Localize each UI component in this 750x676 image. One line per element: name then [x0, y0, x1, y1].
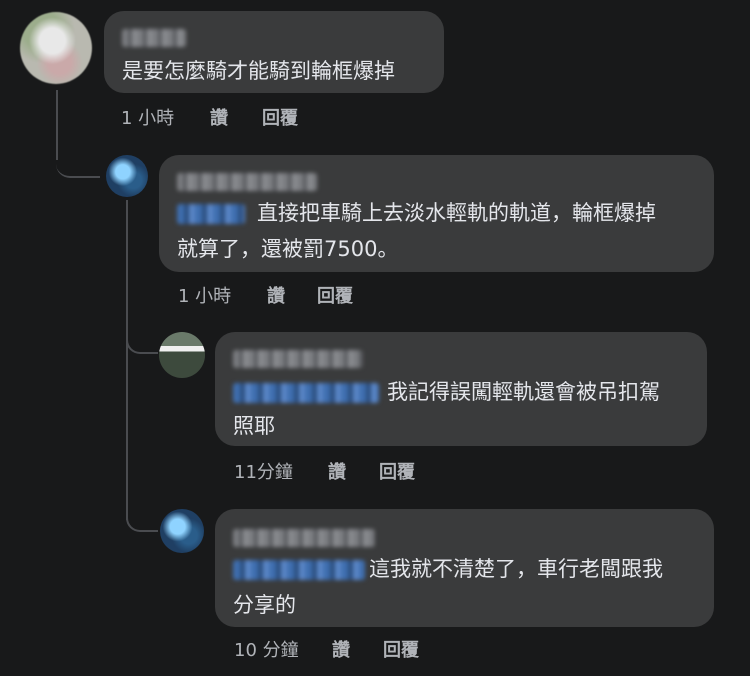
reply-button[interactable]: 回覆 [262, 104, 298, 130]
avatar[interactable] [20, 12, 92, 84]
comment-bubble: 我記得誤闖輕軌還會被吊扣駕 照耶 [215, 332, 707, 446]
thread-connector-reply-3 [126, 500, 158, 532]
comment-time[interactable]: 11分鐘 [234, 458, 293, 484]
like-button[interactable]: 讚 [332, 636, 350, 662]
like-button[interactable]: 讚 [210, 104, 228, 130]
avatar[interactable] [160, 509, 204, 553]
mention-tag-redacted[interactable] [233, 560, 365, 580]
mention-tag-redacted[interactable] [233, 383, 379, 403]
thread-connector-reply-2 [126, 320, 158, 354]
comment-meta: 1 小時 讚 回覆 [178, 282, 478, 308]
comment-text-line-2: 分享的 [233, 593, 296, 617]
thread-line-sub [126, 200, 128, 520]
like-button[interactable]: 讚 [267, 282, 285, 308]
comment-bubble: 是要怎麼騎才能騎到輪框爆掉 [104, 11, 444, 93]
thread-connector-reply-1 [56, 150, 100, 178]
comment-time[interactable]: 10 分鐘 [234, 636, 299, 662]
author-name-redacted[interactable] [233, 350, 363, 368]
reply-button[interactable]: 回覆 [379, 458, 415, 484]
mention-tag-redacted[interactable] [177, 204, 245, 224]
comment-text-line-1: 直接把車騎上去淡水輕軌的軌道，輪框爆掉 [177, 195, 656, 231]
comment-text: 這我就不清楚了，車行老闆跟我 [369, 557, 663, 581]
comment-text-line-1: 我記得誤闖輕軌還會被吊扣駕 [233, 374, 660, 410]
avatar[interactable] [159, 332, 205, 378]
comment-bubble: 直接把車騎上去淡水輕軌的軌道，輪框爆掉 就算了，還被罰7500。 [159, 155, 714, 272]
author-name-redacted[interactable] [233, 529, 375, 547]
comment-text: 是要怎麼騎才能騎到輪框爆掉 [122, 59, 395, 83]
comment-meta: 11分鐘 讚 回覆 [234, 458, 534, 484]
comment-time[interactable]: 1 小時 [121, 104, 174, 130]
comment-text-line-1: 這我就不清楚了，車行老闆跟我 [233, 551, 663, 587]
comment-bubble: 這我就不清楚了，車行老闆跟我 分享的 [215, 509, 714, 627]
reply-button[interactable]: 回覆 [317, 282, 353, 308]
comment-text: 我記得誤闖輕軌還會被吊扣駕 [387, 380, 660, 404]
like-button[interactable]: 讚 [328, 458, 346, 484]
comment-meta: 1 小時 讚 回覆 [121, 104, 421, 130]
avatar[interactable] [106, 155, 148, 197]
comment-text-line-2: 就算了，還被罰7500。 [177, 237, 399, 261]
author-name-redacted[interactable] [177, 173, 317, 191]
reply-button[interactable]: 回覆 [383, 636, 419, 662]
comment-text-line-2: 照耶 [233, 414, 275, 438]
comment-time[interactable]: 1 小時 [178, 282, 231, 308]
author-name-redacted[interactable] [122, 29, 186, 47]
comment-text: 直接把車騎上去淡水輕軌的軌道，輪框爆掉 [257, 201, 656, 225]
comment-meta: 10 分鐘 讚 回覆 [234, 636, 534, 662]
